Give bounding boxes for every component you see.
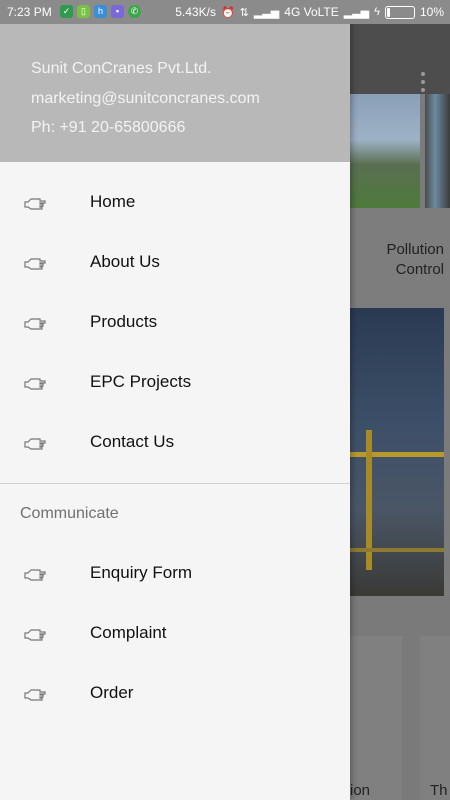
menu-item-home[interactable]: Home	[0, 173, 350, 233]
menu-item-about-us[interactable]: About Us	[0, 233, 350, 293]
menu-label: Products	[90, 312, 158, 331]
alarm-icon: ⏰	[220, 6, 235, 19]
overflow-menu-icon[interactable]	[416, 72, 430, 96]
pointing-hand-icon	[24, 198, 46, 210]
whatsapp-icon: ✆	[128, 5, 141, 18]
network-type: 4G VoLTE	[284, 5, 339, 19]
battery-icon	[384, 5, 415, 19]
app-notification-icon: ▯	[77, 5, 90, 18]
charging-icon: ϟ	[374, 6, 380, 18]
pointing-hand-icon	[24, 318, 46, 330]
crane-jib	[350, 452, 444, 457]
company-name: Sunit ConCranes Pvt.Ltd.	[31, 60, 212, 77]
app-notification-icon-3: ▪	[111, 5, 124, 18]
drawer-header: Sunit ConCranes Pvt.Ltd. marketing@sunit…	[0, 24, 350, 162]
menu-label: Order	[90, 683, 134, 702]
product-card	[350, 636, 402, 800]
pointing-hand-icon	[24, 378, 46, 390]
shield-notification-icon: ✓	[60, 5, 73, 18]
status-indicators: 5.43K/s ⏰ ⇅ ▂▃▅ 4G VoLTE ▂▃▅ ϟ 10%	[175, 5, 444, 19]
pointing-hand-icon	[24, 438, 46, 450]
pointing-hand-icon	[24, 629, 46, 641]
menu-item-contact-us[interactable]: Contact Us	[0, 413, 350, 473]
pointing-hand-icon	[24, 569, 46, 581]
menu-item-complaint[interactable]: Complaint	[0, 604, 350, 664]
menu-label: EPC Projects	[90, 372, 192, 391]
banner-image-next	[425, 94, 450, 208]
menu-label: Home	[90, 192, 136, 211]
pointing-hand-icon	[24, 258, 46, 270]
battery-percent: 10%	[419, 5, 444, 19]
notification-icons: ✓ ▯ h ▪ ✆	[60, 5, 141, 18]
category-card-label: Pollution Control	[386, 241, 444, 278]
banner-image	[350, 94, 420, 208]
status-bar: 7:23 PM ✓ ▯ h ▪ ✆ 5.43K/s ⏰ ⇅ ▂▃▅ 4G VoL…	[0, 0, 450, 24]
data-transfer-icon: ⇅	[239, 6, 249, 19]
crane-base	[350, 548, 444, 552]
network-speed: 5.43K/s	[175, 5, 216, 19]
company-phone: Ph: +91 20-65800666	[31, 119, 186, 136]
product-card-next	[420, 636, 450, 800]
section-title-communicate: Communicate	[20, 505, 119, 522]
menu-label: Contact Us	[90, 432, 175, 451]
menu-label: About Us	[90, 252, 160, 271]
main-menu: Home About Us Products EPC Projects Cont…	[0, 173, 350, 473]
app-notification-icon-2: h	[94, 5, 107, 18]
product-card-label-next: Th	[430, 782, 448, 799]
company-email: marketing@sunitconcranes.com	[31, 90, 260, 107]
status-time: 7:23 PM	[7, 5, 52, 19]
battery-fill	[386, 7, 390, 17]
product-card-label: ion	[350, 782, 371, 799]
menu-item-order[interactable]: Order	[0, 664, 350, 724]
communicate-menu: Enquiry Form Complaint Order	[0, 544, 350, 724]
menu-item-products[interactable]: Products	[0, 293, 350, 353]
pointing-hand-icon	[24, 689, 46, 701]
menu-divider	[0, 483, 350, 484]
menu-item-epc-projects[interactable]: EPC Projects	[0, 353, 350, 413]
signal-icon: ▂▃▅	[253, 6, 280, 19]
menu-item-enquiry-form[interactable]: Enquiry Form	[0, 544, 350, 604]
signal-icon-2: ▂▃▅	[343, 6, 370, 19]
navigation-drawer: Sunit ConCranes Pvt.Ltd. marketing@sunit…	[0, 0, 350, 800]
menu-label: Enquiry Form	[90, 563, 193, 582]
menu-label: Complaint	[90, 623, 167, 642]
